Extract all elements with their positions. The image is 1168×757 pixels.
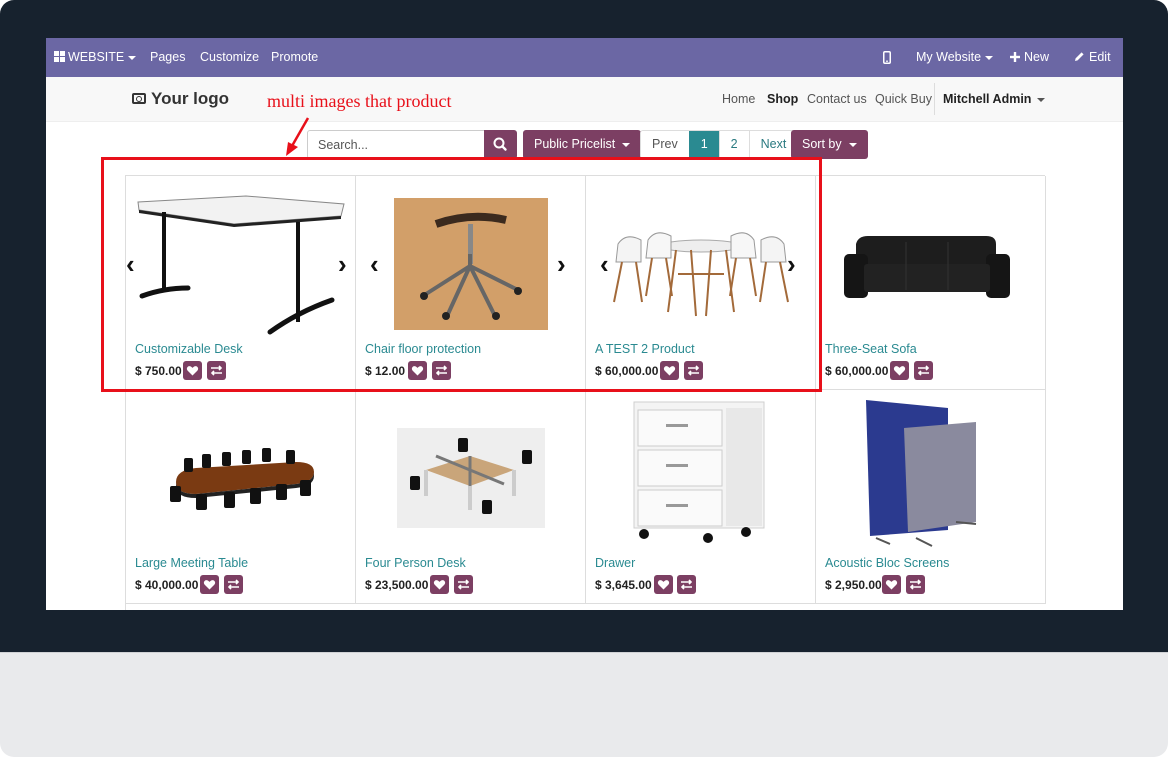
exchange-icon xyxy=(680,579,693,590)
heart-icon xyxy=(433,580,446,590)
monitor-frame: WEBSITE Pages Customize Promote My Websi… xyxy=(0,0,1168,757)
product-card[interactable]: Large Meeting Table $ 40,000.00 xyxy=(126,390,356,604)
product-name[interactable]: Acoustic Bloc Screens xyxy=(825,556,949,570)
pager-page-1[interactable]: 1 xyxy=(688,131,719,158)
product-name[interactable]: Four Person Desk xyxy=(365,556,466,570)
customize-menu[interactable]: Customize xyxy=(200,38,259,77)
sort-by-dropdown[interactable]: Sort by xyxy=(791,130,868,159)
nav-home[interactable]: Home xyxy=(722,77,755,122)
heart-icon xyxy=(203,580,216,590)
compare-button[interactable] xyxy=(914,361,933,380)
wishlist-button[interactable] xyxy=(200,575,219,594)
promote-menu[interactable]: Promote xyxy=(271,38,318,77)
exchange-icon xyxy=(917,365,930,376)
exchange-icon xyxy=(227,579,240,590)
new-button[interactable]: New xyxy=(1010,38,1049,77)
exchange-icon xyxy=(457,579,470,590)
caret-down-icon xyxy=(128,55,137,60)
mobile-preview-button[interactable] xyxy=(883,38,891,77)
compare-button[interactable] xyxy=(677,575,696,594)
pencil-icon xyxy=(1075,52,1084,62)
compare-button[interactable] xyxy=(906,575,925,594)
product-price: $ 60,000.00 xyxy=(825,364,889,378)
site-logo[interactable]: Your logo xyxy=(132,89,229,109)
wishlist-button[interactable] xyxy=(890,361,909,380)
admin-bar: WEBSITE Pages Customize Promote My Websi… xyxy=(46,38,1123,77)
product-image-meeting-table[interactable] xyxy=(136,398,346,550)
heart-icon xyxy=(893,366,906,376)
product-card[interactable]: Four Person Desk $ 23,500.00 xyxy=(356,390,586,604)
product-image-screens[interactable] xyxy=(826,398,1036,550)
product-price: $ 2,950.00 xyxy=(825,578,882,592)
product-card[interactable]: Drawer $ 3,645.00 xyxy=(586,390,816,604)
product-price: $ 40,000.00 xyxy=(135,578,199,592)
pages-menu[interactable]: Pages xyxy=(150,38,185,77)
product-name[interactable]: Three-Seat Sofa xyxy=(825,342,917,356)
heart-icon xyxy=(885,580,898,590)
product-card[interactable]: Three-Seat Sofa $ 60,000.00 xyxy=(816,176,1046,390)
wishlist-button[interactable] xyxy=(882,575,901,594)
product-name[interactable]: Large Meeting Table xyxy=(135,556,248,570)
site-header: Your logo Home Shop Contact us Quick Buy… xyxy=(46,77,1123,122)
mobile-icon xyxy=(883,51,891,65)
compare-button[interactable] xyxy=(224,575,243,594)
grid-icon xyxy=(54,51,65,63)
user-menu[interactable]: Mitchell Admin xyxy=(943,77,1046,122)
highlight-box xyxy=(101,157,822,392)
product-name[interactable]: Drawer xyxy=(595,556,635,570)
wishlist-button[interactable] xyxy=(430,575,449,594)
pager-page-2[interactable]: 2 xyxy=(718,131,749,158)
wishlist-button[interactable] xyxy=(654,575,673,594)
search-icon xyxy=(493,137,507,151)
caret-down-icon xyxy=(985,55,994,60)
product-price: $ 23,500.00 xyxy=(365,578,429,592)
product-image-sofa[interactable] xyxy=(826,184,1036,336)
nav-contact-us[interactable]: Contact us xyxy=(807,77,867,122)
pager-prev[interactable]: Prev xyxy=(641,131,689,158)
product-card[interactable]: Acoustic Bloc Screens $ 2,950.00 xyxy=(816,390,1046,604)
pager-next[interactable]: Next xyxy=(748,131,798,158)
nav-divider xyxy=(934,83,935,115)
product-image-drawer[interactable] xyxy=(596,398,806,550)
compare-button[interactable] xyxy=(454,575,473,594)
heart-icon xyxy=(657,580,670,590)
my-website-menu[interactable]: My Website xyxy=(916,38,994,77)
product-price: $ 3,645.00 xyxy=(595,578,652,592)
search-input[interactable]: Search... xyxy=(307,130,485,159)
nav-shop[interactable]: Shop xyxy=(767,77,798,122)
search-button[interactable] xyxy=(484,130,517,159)
camera-icon xyxy=(132,93,146,104)
pager: Prev 1 2 Next xyxy=(640,130,799,159)
caret-down-icon xyxy=(848,142,857,147)
monitor-chin xyxy=(0,652,1168,757)
plus-icon xyxy=(1010,51,1020,62)
pricelist-dropdown[interactable]: Public Pricelist xyxy=(523,130,642,159)
edit-button[interactable]: Edit xyxy=(1074,38,1111,77)
caret-down-icon xyxy=(622,142,631,147)
browser-screen: WEBSITE Pages Customize Promote My Websi… xyxy=(46,38,1123,610)
nav-quick-buy[interactable]: Quick Buy xyxy=(875,77,932,122)
exchange-icon xyxy=(909,579,922,590)
product-image-four-desk[interactable] xyxy=(366,398,576,550)
website-menu[interactable]: WEBSITE xyxy=(54,38,137,77)
caret-down-icon xyxy=(1037,97,1046,102)
annotation-text: multi images that product xyxy=(267,91,452,111)
